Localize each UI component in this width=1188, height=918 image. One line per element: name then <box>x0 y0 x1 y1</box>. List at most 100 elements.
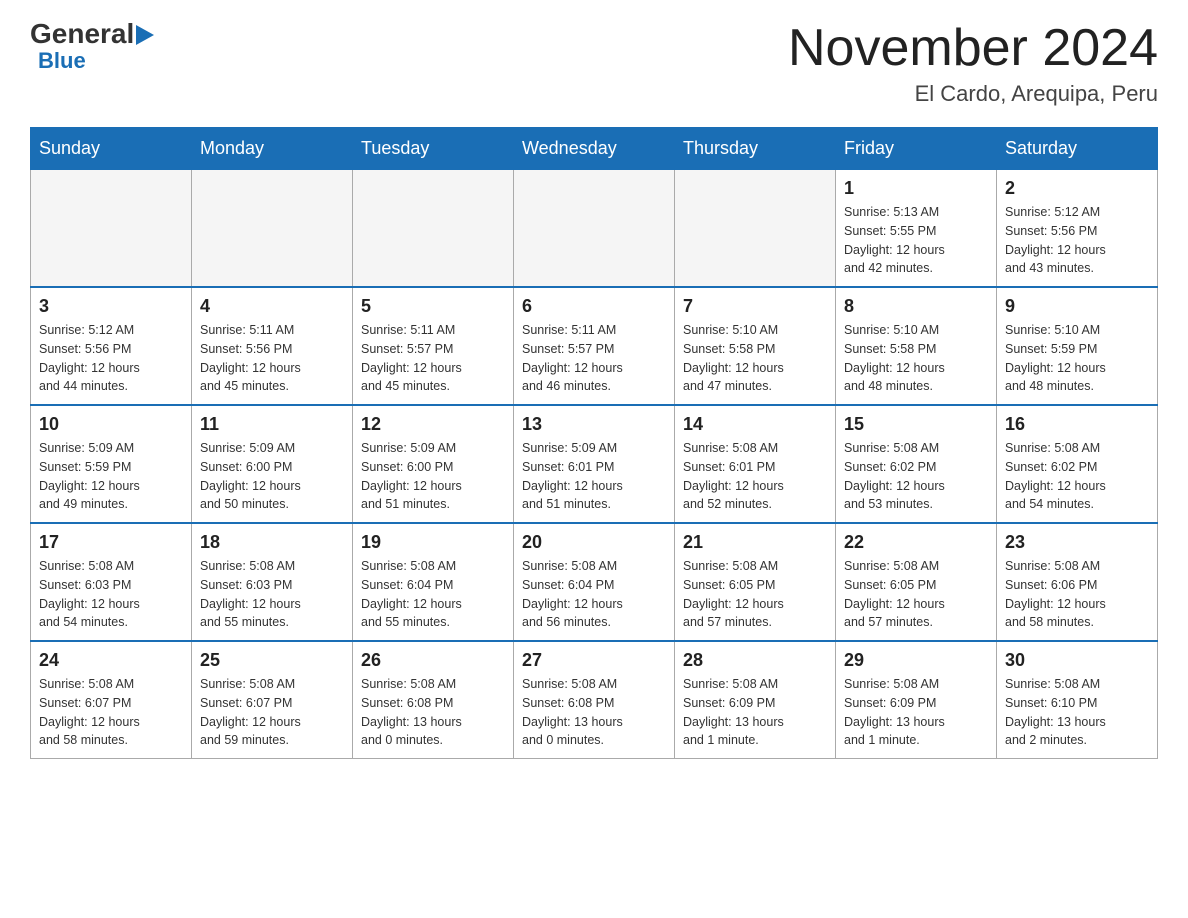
day-info: Sunrise: 5:08 AMSunset: 6:09 PMDaylight:… <box>683 675 827 750</box>
calendar-day-cell: 4 Sunrise: 5:11 AMSunset: 5:56 PMDaylight… <box>192 287 353 405</box>
day-number: 15 <box>844 414 988 435</box>
day-number: 4 <box>200 296 344 317</box>
day-info: Sunrise: 5:08 AMSunset: 6:05 PMDaylight:… <box>683 557 827 632</box>
calendar-header-row: SundayMondayTuesdayWednesdayThursdayFrid… <box>31 128 1158 170</box>
calendar-day-cell: 18 Sunrise: 5:08 AMSunset: 6:03 PMDayligh… <box>192 523 353 641</box>
calendar-day-cell: 22 Sunrise: 5:08 AMSunset: 6:05 PMDayligh… <box>836 523 997 641</box>
day-info: Sunrise: 5:08 AMSunset: 6:02 PMDaylight:… <box>844 439 988 514</box>
calendar-day-cell: 25Sunrise: 5:08 AMSunset: 6:07 PMDayligh… <box>192 641 353 759</box>
day-number: 10 <box>39 414 183 435</box>
day-number: 2 <box>1005 178 1149 199</box>
day-number: 23 <box>1005 532 1149 553</box>
calendar-day-cell: 23 Sunrise: 5:08 AMSunset: 6:06 PMDayligh… <box>997 523 1158 641</box>
calendar-day-cell <box>514 170 675 288</box>
calendar-day-cell: 16 Sunrise: 5:08 AMSunset: 6:02 PMDayligh… <box>997 405 1158 523</box>
calendar-day-cell: 1Sunrise: 5:13 AMSunset: 5:55 PMDaylight… <box>836 170 997 288</box>
day-of-week-header: Tuesday <box>353 128 514 170</box>
day-number: 5 <box>361 296 505 317</box>
calendar-day-cell: 5 Sunrise: 5:11 AMSunset: 5:57 PMDaylight… <box>353 287 514 405</box>
logo: General Blue <box>30 20 154 74</box>
calendar-week-row: 24 Sunrise: 5:08 AMSunset: 6:07 PMDayligh… <box>31 641 1158 759</box>
day-number: 13 <box>522 414 666 435</box>
month-title: November 2024 <box>788 20 1158 77</box>
calendar-day-cell: 17 Sunrise: 5:08 AMSunset: 6:03 PMDayligh… <box>31 523 192 641</box>
day-of-week-header: Thursday <box>675 128 836 170</box>
day-info: Sunrise: 5:10 AMSunset: 5:59 PMDaylight:… <box>1005 321 1149 396</box>
calendar-day-cell: 29Sunrise: 5:08 AMSunset: 6:09 PMDayligh… <box>836 641 997 759</box>
day-of-week-header: Wednesday <box>514 128 675 170</box>
day-info: Sunrise: 5:08 AMSunset: 6:08 PMDaylight:… <box>522 675 666 750</box>
day-info: Sunrise: 5:10 AMSunset: 5:58 PMDaylight:… <box>844 321 988 396</box>
day-info: Sunrise: 5:12 AMSunset: 5:56 PMDaylight:… <box>1005 203 1149 278</box>
day-info: Sunrise: 5:09 AMSunset: 6:00 PMDaylight:… <box>361 439 505 514</box>
day-info: Sunrise: 5:08 AMSunset: 6:10 PMDaylight:… <box>1005 675 1149 750</box>
day-info: Sunrise: 5:08 AMSunset: 6:01 PMDaylight:… <box>683 439 827 514</box>
day-info: Sunrise: 5:08 AMSunset: 6:08 PMDaylight:… <box>361 675 505 750</box>
day-info: Sunrise: 5:11 AMSunset: 5:56 PMDaylight:… <box>200 321 344 396</box>
logo-blue-text: Blue <box>38 48 86 74</box>
day-number: 27 <box>522 650 666 671</box>
day-of-week-header: Sunday <box>31 128 192 170</box>
calendar-day-cell <box>192 170 353 288</box>
day-info: Sunrise: 5:08 AMSunset: 6:03 PMDaylight:… <box>200 557 344 632</box>
day-number: 22 <box>844 532 988 553</box>
day-info: Sunrise: 5:08 AMSunset: 6:04 PMDaylight:… <box>522 557 666 632</box>
page-header: General Blue November 2024 El Cardo, Are… <box>30 20 1158 107</box>
day-info: Sunrise: 5:08 AMSunset: 6:05 PMDaylight:… <box>844 557 988 632</box>
day-info: Sunrise: 5:08 AMSunset: 6:03 PMDaylight:… <box>39 557 183 632</box>
day-info: Sunrise: 5:09 AMSunset: 6:01 PMDaylight:… <box>522 439 666 514</box>
day-number: 20 <box>522 532 666 553</box>
day-number: 6 <box>522 296 666 317</box>
day-number: 19 <box>361 532 505 553</box>
calendar-day-cell: 11Sunrise: 5:09 AMSunset: 6:00 PMDayligh… <box>192 405 353 523</box>
calendar-day-cell <box>353 170 514 288</box>
day-number: 8 <box>844 296 988 317</box>
day-info: Sunrise: 5:08 AMSunset: 6:07 PMDaylight:… <box>39 675 183 750</box>
calendar-week-row: 1Sunrise: 5:13 AMSunset: 5:55 PMDaylight… <box>31 170 1158 288</box>
calendar-day-cell: 13 Sunrise: 5:09 AMSunset: 6:01 PMDayligh… <box>514 405 675 523</box>
day-info: Sunrise: 5:08 AMSunset: 6:09 PMDaylight:… <box>844 675 988 750</box>
day-number: 17 <box>39 532 183 553</box>
calendar-day-cell: 6Sunrise: 5:11 AMSunset: 5:57 PMDaylight… <box>514 287 675 405</box>
day-number: 30 <box>1005 650 1149 671</box>
day-number: 26 <box>361 650 505 671</box>
day-number: 3 <box>39 296 183 317</box>
day-info: Sunrise: 5:11 AMSunset: 5:57 PMDaylight:… <box>361 321 505 396</box>
day-info: Sunrise: 5:13 AMSunset: 5:55 PMDaylight:… <box>844 203 988 278</box>
logo-arrow-icon <box>136 25 154 45</box>
calendar-day-cell: 27 Sunrise: 5:08 AMSunset: 6:08 PMDayligh… <box>514 641 675 759</box>
day-info: Sunrise: 5:08 AMSunset: 6:04 PMDaylight:… <box>361 557 505 632</box>
logo-general-text: General <box>30 20 134 48</box>
calendar-day-cell <box>675 170 836 288</box>
day-number: 9 <box>1005 296 1149 317</box>
calendar-week-row: 10Sunrise: 5:09 AMSunset: 5:59 PMDayligh… <box>31 405 1158 523</box>
day-number: 28 <box>683 650 827 671</box>
day-info: Sunrise: 5:10 AMSunset: 5:58 PMDaylight:… <box>683 321 827 396</box>
calendar-day-cell: 2 Sunrise: 5:12 AMSunset: 5:56 PMDaylight… <box>997 170 1158 288</box>
day-info: Sunrise: 5:09 AMSunset: 6:00 PMDaylight:… <box>200 439 344 514</box>
calendar-day-cell: 12Sunrise: 5:09 AMSunset: 6:00 PMDayligh… <box>353 405 514 523</box>
day-info: Sunrise: 5:08 AMSunset: 6:07 PMDaylight:… <box>200 675 344 750</box>
calendar-day-cell: 15 Sunrise: 5:08 AMSunset: 6:02 PMDayligh… <box>836 405 997 523</box>
day-number: 14 <box>683 414 827 435</box>
calendar-day-cell: 20 Sunrise: 5:08 AMSunset: 6:04 PMDayligh… <box>514 523 675 641</box>
calendar-day-cell: 24 Sunrise: 5:08 AMSunset: 6:07 PMDayligh… <box>31 641 192 759</box>
calendar-week-row: 17 Sunrise: 5:08 AMSunset: 6:03 PMDayligh… <box>31 523 1158 641</box>
calendar-week-row: 3Sunrise: 5:12 AMSunset: 5:56 PMDaylight… <box>31 287 1158 405</box>
calendar-table: SundayMondayTuesdayWednesdayThursdayFrid… <box>30 127 1158 759</box>
day-of-week-header: Friday <box>836 128 997 170</box>
day-number: 21 <box>683 532 827 553</box>
calendar-day-cell: 3Sunrise: 5:12 AMSunset: 5:56 PMDaylight… <box>31 287 192 405</box>
location-text: El Cardo, Arequipa, Peru <box>788 81 1158 107</box>
day-number: 24 <box>39 650 183 671</box>
day-number: 18 <box>200 532 344 553</box>
day-info: Sunrise: 5:08 AMSunset: 6:06 PMDaylight:… <box>1005 557 1149 632</box>
day-number: 7 <box>683 296 827 317</box>
calendar-day-cell: 19 Sunrise: 5:08 AMSunset: 6:04 PMDayligh… <box>353 523 514 641</box>
calendar-day-cell: 10Sunrise: 5:09 AMSunset: 5:59 PMDayligh… <box>31 405 192 523</box>
calendar-day-cell <box>31 170 192 288</box>
day-info: Sunrise: 5:08 AMSunset: 6:02 PMDaylight:… <box>1005 439 1149 514</box>
calendar-day-cell: 8 Sunrise: 5:10 AMSunset: 5:58 PMDaylight… <box>836 287 997 405</box>
calendar-day-cell: 21 Sunrise: 5:08 AMSunset: 6:05 PMDayligh… <box>675 523 836 641</box>
day-number: 16 <box>1005 414 1149 435</box>
